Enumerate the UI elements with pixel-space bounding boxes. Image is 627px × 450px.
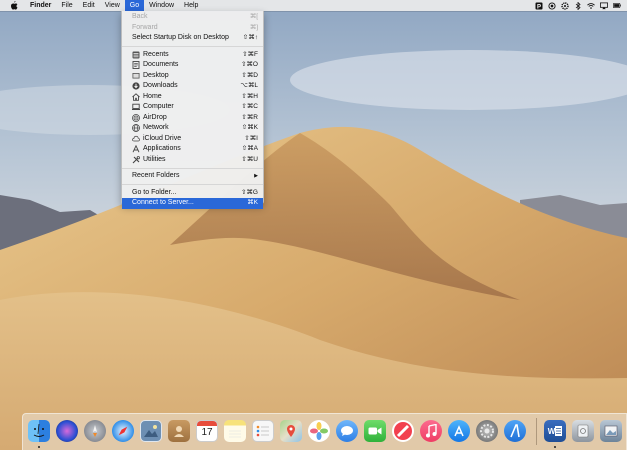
- apple-logo-icon[interactable]: [8, 0, 19, 11]
- go-menu-dropdown: Back ⌘[ Forward ⌘] Select Startup Disk o…: [121, 11, 264, 209]
- utilities-icon: [132, 155, 140, 164]
- menu-item-computer[interactable]: Computer ⇧⌘C: [122, 102, 263, 113]
- siri-icon[interactable]: [56, 420, 78, 442]
- status-area: P: [535, 0, 621, 11]
- airplay-icon[interactable]: [600, 1, 608, 10]
- wifi-icon[interactable]: [587, 2, 595, 10]
- preview-icon[interactable]: [600, 420, 622, 442]
- menu-item-downloads[interactable]: Downloads ⌥⌘L: [122, 81, 263, 92]
- desktop-wallpaper: [0, 0, 627, 450]
- app-store-icon[interactable]: [448, 420, 470, 442]
- bluetooth-icon[interactable]: [574, 1, 582, 10]
- dock-separator: [536, 418, 537, 445]
- menu-item-forward[interactable]: Forward ⌘]: [122, 23, 263, 34]
- desktop-icon: [132, 72, 140, 80]
- safari-icon[interactable]: [112, 420, 134, 442]
- menu-item-back[interactable]: Back ⌘[: [122, 12, 263, 23]
- network-icon: [132, 124, 140, 133]
- parking-icon[interactable]: P: [535, 2, 543, 10]
- menu-item-go-to-folder[interactable]: Go to Folder... ⇧⌘G: [122, 188, 263, 199]
- gear-icon[interactable]: [561, 1, 569, 10]
- menu-go[interactable]: Go: [124, 0, 145, 11]
- menu-separator: [122, 46, 263, 47]
- disk-utility-icon[interactable]: [572, 420, 594, 442]
- airdrop-icon: [132, 113, 140, 122]
- calendar-icon[interactable]: 17: [196, 420, 218, 442]
- computer-icon: [132, 103, 140, 111]
- menu-bar: Finder File Edit View Go Window Help P: [0, 0, 627, 11]
- svg-text:P: P: [537, 4, 541, 10]
- word-icon[interactable]: W: [544, 420, 566, 442]
- photos-icon[interactable]: [308, 420, 330, 442]
- menu-item-utilities[interactable]: Utilities ⇧⌘U: [122, 155, 263, 166]
- reminders-icon[interactable]: [252, 420, 274, 442]
- launchpad-icon[interactable]: [84, 420, 106, 442]
- notes-icon[interactable]: [224, 420, 246, 442]
- menu-item-desktop[interactable]: Desktop ⇧⌘D: [122, 71, 263, 82]
- menu-help[interactable]: Help: [179, 0, 203, 11]
- running-indicator: [38, 446, 40, 448]
- menu-edit[interactable]: Edit: [78, 0, 100, 11]
- menu-item-connect-to-server[interactable]: Connect to Server... ⌘K: [122, 198, 263, 209]
- eye-icon[interactable]: [548, 1, 556, 10]
- menu-window[interactable]: Window: [144, 0, 179, 11]
- contacts-icon[interactable]: [168, 420, 190, 442]
- menu-file[interactable]: File: [56, 0, 77, 11]
- svg-text:W: W: [548, 427, 556, 436]
- menu-separator: [122, 184, 263, 185]
- running-indicator: [554, 446, 556, 448]
- calendar-day: 17: [201, 427, 213, 438]
- menu-item-applications[interactable]: Applications ⇧⌘A: [122, 144, 263, 155]
- recents-icon: [132, 51, 140, 59]
- downloads-icon: [132, 82, 140, 90]
- maps-icon[interactable]: [280, 420, 302, 442]
- menu-view[interactable]: View: [100, 0, 125, 11]
- menu-item-network[interactable]: Network ⇧⌘K: [122, 123, 263, 134]
- menu-item-airdrop[interactable]: AirDrop ⇧⌘R: [122, 113, 263, 124]
- menu-finder[interactable]: Finder: [25, 0, 56, 11]
- music-icon[interactable]: [420, 420, 442, 442]
- photo-browser-icon[interactable]: [140, 420, 162, 442]
- battery-icon[interactable]: [613, 2, 621, 10]
- finder-icon[interactable]: [28, 420, 50, 442]
- system-preferences-icon[interactable]: [476, 420, 498, 442]
- news-icon[interactable]: [392, 420, 414, 442]
- icloud-icon: [132, 135, 140, 143]
- menu-item-home[interactable]: Home ⇧⌘H: [122, 92, 263, 103]
- home-icon: [132, 92, 140, 101]
- menu-item-select-startup-disk[interactable]: Select Startup Disk on Desktop ⇧⌘↑: [122, 33, 263, 44]
- documents-icon: [132, 61, 140, 70]
- menu-item-recents[interactable]: Recents ⇧⌘F: [122, 50, 263, 61]
- facetime-icon[interactable]: [364, 420, 386, 442]
- applications-icon: [132, 145, 140, 153]
- menu-item-recent-folders[interactable]: Recent Folders ▶: [122, 171, 263, 182]
- menu-item-icloud-drive[interactable]: iCloud Drive ⇧⌘I: [122, 134, 263, 145]
- xcode-instruments-icon[interactable]: [504, 420, 526, 442]
- submenu-arrow-icon: ▶: [254, 173, 258, 179]
- messages-icon[interactable]: [336, 420, 358, 442]
- menu-separator: [122, 167, 263, 169]
- menu-item-documents[interactable]: Documents ⇧⌘O: [122, 60, 263, 71]
